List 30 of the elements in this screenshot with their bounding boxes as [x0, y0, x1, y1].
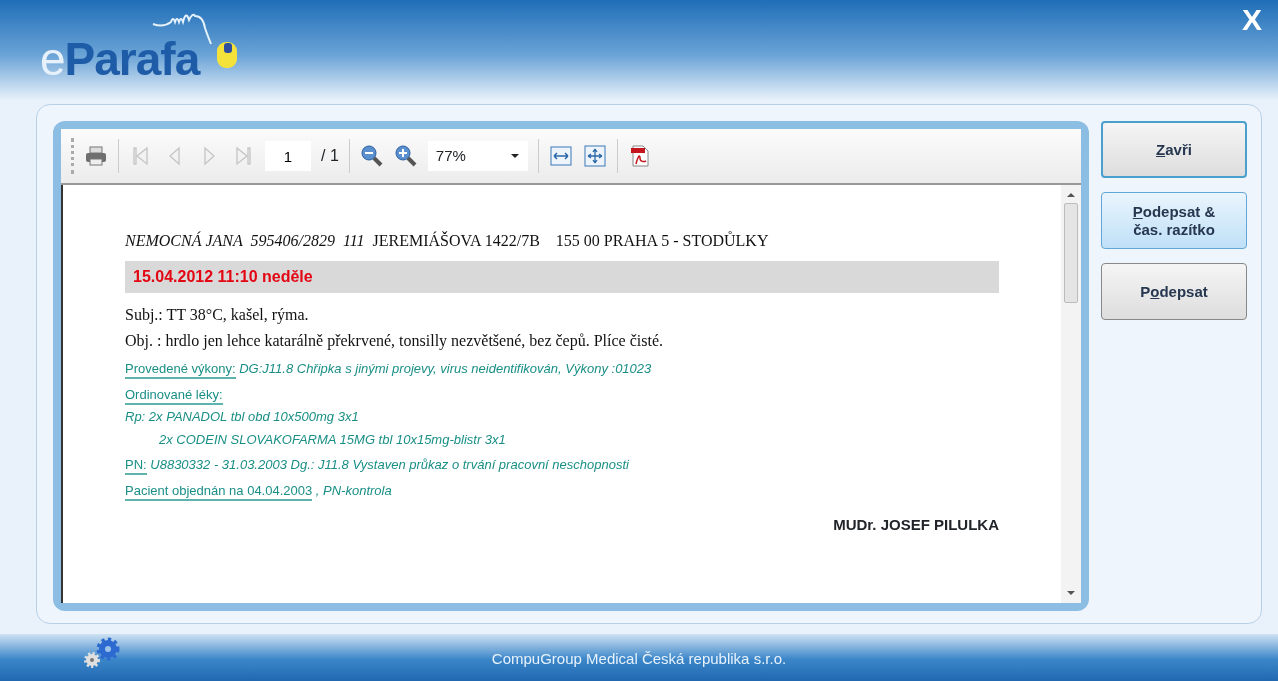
record-line: Provedené výkony: DG:J11.8 Chřipka s jinými projevy, virus neidentifikován, Výkony :01023 [125, 359, 999, 379]
scrollbar-thumb[interactable] [1064, 203, 1078, 303]
prescription-line: Rp: 2x PANADOL tbl obd 10x500mg 3x1 [125, 408, 360, 426]
doctor-signature: MUDr. JOSEF PILULKA [832, 515, 999, 535]
caret-icon [509, 153, 520, 159]
zoom-dropdown[interactable]: 77% [427, 141, 528, 171]
close-button[interactable]: X [1236, 4, 1268, 36]
action-button[interactable]: Zavři [1101, 121, 1247, 178]
footer-text: CompuGroup Medical Česká republika s.r.o. [491, 649, 787, 670]
scrollbar[interactable] [1061, 185, 1081, 603]
scroll-down-icon[interactable] [1066, 589, 1076, 597]
scroll-up-icon[interactable] [1066, 191, 1076, 199]
print-icon[interactable] [84, 144, 108, 168]
app-logo: eParafa [40, 12, 264, 82]
date-heading: 15.04.2012 11:10 neděle [125, 261, 999, 293]
record-line: Pacient objednán na 04.04.2003 , PN-kontrola [125, 480, 999, 500]
zoom-in-icon[interactable] [393, 144, 418, 168]
note-line: Obj. : hrdlo jen lehce katarálně překrvené, tonsilly nezvětšené, bez čepů. Plíce čisté. [125, 331, 664, 352]
record-line: PN: U8830332 - 31.03.2003 Dg.: J11.8 Vystaven průkaz o trvání pracovní neschopnosti [125, 455, 999, 475]
zoom-out-icon[interactable] [359, 144, 384, 168]
page-total: / 1 [321, 146, 339, 166]
patient-header: NEMOCNÁ JANA 595406/2829 111 JEREMIÁŠOVA 1422/7B 155 00 PRAHA 5 - STODŮLKY [125, 230, 770, 251]
action-button[interactable]: Podepsat [1101, 263, 1247, 320]
note-line: Subj.: TT 38°C, kašel, rýma. [125, 305, 310, 326]
record-line: Ordinované léky: [125, 384, 999, 404]
action-button[interactable]: Podepsat & čas. razítko [1101, 192, 1247, 249]
prescription-line: 2x CODEIN SLOVAKOFARMA 15MG tbl 10x15mg-blistr 3x1 [158, 430, 507, 449]
page-field[interactable]: 1 [265, 141, 311, 171]
fit-width-icon[interactable] [548, 144, 573, 168]
fit-page-icon[interactable] [582, 144, 607, 168]
